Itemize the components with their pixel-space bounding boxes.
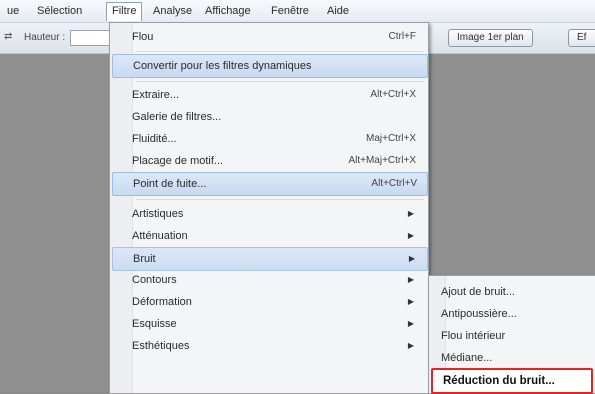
submenu-item-label: Réduction du bruit... <box>443 375 555 387</box>
menu-item-attenuation[interactable]: Atténuation ▶ <box>112 225 426 247</box>
submenu-item-label: Médiane... <box>441 352 493 364</box>
submenu-item-label: Antipoussière... <box>441 308 517 320</box>
menu-item-label: Point de fuite... <box>133 178 207 190</box>
menu-item-label: Déformation <box>132 296 192 308</box>
menu-item-shortcut: Maj+Ctrl+X <box>365 133 416 144</box>
link-icon: ⇄ <box>4 31 13 42</box>
submenu-arrow-icon: ▶ <box>407 275 414 284</box>
submenu-item-label: Flou intérieur <box>441 330 506 342</box>
submenu-item-add-noise[interactable]: Ajout de bruit... <box>431 281 591 303</box>
menu-bar: ue Sélection Filtre Analyse Affichage Fe… <box>0 0 595 23</box>
clear-button[interactable]: Ef <box>568 29 595 47</box>
filter-menu: Flou Ctrl+F Convertir pour les filtres d… <box>109 22 429 394</box>
menu-item-label: Placage de motif... <box>132 155 224 167</box>
menu-item-noise[interactable]: Bruit ▶ <box>112 247 428 271</box>
menu-item-extract[interactable]: Extraire... Alt+Ctrl+X <box>112 84 426 106</box>
menu-item-artistic[interactable]: Artistiques ▶ <box>112 203 426 225</box>
menu-item-label: Galerie de filtres... <box>132 111 222 123</box>
menu-item-shortcut: Ctrl+F <box>388 31 417 42</box>
menu-item-distort[interactable]: Déformation ▶ <box>112 291 426 313</box>
menu-separator <box>136 51 424 52</box>
menu-item-label: Esquisse <box>132 318 177 330</box>
menu-item-shortcut: Alt+Ctrl+V <box>371 178 417 189</box>
submenu-item-despeckle[interactable]: Flou intérieur <box>431 325 591 347</box>
height-field[interactable] <box>70 30 112 46</box>
menu-item-shortcut: Alt+Maj+Ctrl+X <box>348 155 416 166</box>
submenu-item-median[interactable]: Médiane... <box>431 347 591 369</box>
submenu-arrow-icon: ▶ <box>407 341 414 350</box>
menu-analysis[interactable]: Analyse <box>148 4 197 18</box>
menu-item-label: Artistiques <box>132 208 184 220</box>
submenu-arrow-icon: ▶ <box>407 231 414 240</box>
menu-item-label: Convertir pour les filtres dynamiques <box>133 60 312 72</box>
menu-item-filter-gallery[interactable]: Galerie de filtres... <box>112 106 426 128</box>
menu-item-label: Fluidité... <box>132 133 177 145</box>
submenu-arrow-icon: ▶ <box>407 297 414 306</box>
menu-selection[interactable]: Sélection <box>32 4 87 18</box>
menu-display[interactable]: Affichage <box>200 4 256 18</box>
submenu-item-label: Ajout de bruit... <box>441 286 515 298</box>
menu-item-sketch[interactable]: Esquisse ▶ <box>112 313 426 335</box>
menu-window[interactable]: Fenêtre <box>266 4 314 18</box>
submenu-item-dust-scratches[interactable]: Antipoussière... <box>431 303 591 325</box>
menu-item-label: Esthétiques <box>132 340 190 352</box>
menu-separator <box>136 199 424 200</box>
front-image-button[interactable]: Image 1er plan <box>448 29 533 47</box>
menu-item-label: Flou <box>132 31 154 43</box>
menu-item-vanishing-point[interactable]: Point de fuite... Alt+Ctrl+V <box>112 172 428 196</box>
menu-filter[interactable]: Filtre <box>106 2 143 21</box>
submenu-arrow-icon: ▶ <box>407 209 414 218</box>
menu-help[interactable]: Aide <box>322 4 354 18</box>
menu-item-convert-smart-filters[interactable]: Convertir pour les filtres dynamiques <box>112 54 428 78</box>
menu-item-pattern-maker[interactable]: Placage de motif... Alt+Maj+Ctrl+X <box>112 150 426 172</box>
submenu-arrow-icon: ▶ <box>408 254 415 263</box>
menu-item-label: Contours <box>132 274 177 286</box>
menu-item-label: Bruit <box>133 253 156 265</box>
submenu-arrow-icon: ▶ <box>407 319 414 328</box>
menu-separator <box>136 81 424 82</box>
noise-submenu: Ajout de bruit... Antipoussière... Flou … <box>428 275 595 394</box>
menu-item-label: Extraire... <box>132 89 180 101</box>
menu-item-aesthetics[interactable]: Esthétiques ▶ <box>112 335 426 357</box>
menu-item-liquify[interactable]: Fluidité... Maj+Ctrl+X <box>112 128 426 150</box>
height-label: Hauteur : <box>24 32 66 43</box>
menu-view-partial[interactable]: ue <box>2 4 24 18</box>
menu-item-label: Atténuation <box>132 230 188 242</box>
submenu-item-reduce-noise[interactable]: Réduction du bruit... <box>431 368 593 394</box>
menu-item-blur[interactable]: Flou Ctrl+F <box>112 26 426 48</box>
menu-item-shortcut: Alt+Ctrl+X <box>370 89 416 100</box>
menu-item-stylize[interactable]: Contours ▶ <box>112 269 426 291</box>
